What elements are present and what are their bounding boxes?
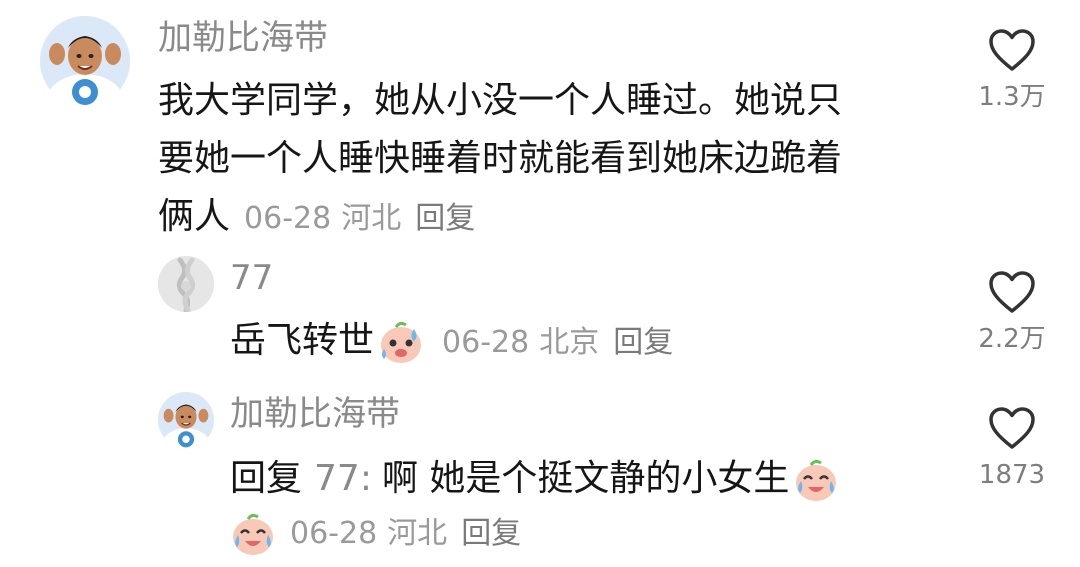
like-button[interactable] bbox=[952, 270, 1072, 314]
avatar[interactable] bbox=[158, 256, 214, 312]
heart-icon bbox=[989, 271, 1035, 313]
comment-text: 回复 77: 啊 她是个挺文静的小女生 bbox=[230, 450, 839, 508]
heart-icon bbox=[989, 29, 1035, 71]
comment-line-with-meta: 俩人 06-28 河北 回复 bbox=[158, 188, 948, 248]
comment-text: 我大学同学，她从小没一个人睡过。她说只 要她一个人睡快睡着时就能看到她床边跪着 … bbox=[158, 72, 948, 248]
laughing-crying-emoji-icon bbox=[230, 511, 276, 557]
reply-button[interactable]: 回复 bbox=[415, 201, 475, 236]
rope-knot-avatar-icon bbox=[158, 256, 214, 312]
reply-button[interactable]: 回复 bbox=[461, 516, 521, 551]
avatar[interactable] bbox=[158, 392, 214, 448]
avatar[interactable] bbox=[40, 16, 130, 106]
comment-meta-row: 06-28 河北 回复 bbox=[230, 508, 521, 559]
like-count: 2.2万 bbox=[978, 324, 1046, 354]
like-count: 1873 bbox=[978, 460, 1046, 490]
reply-button[interactable]: 回复 bbox=[613, 325, 673, 360]
reply-target-username[interactable]: 77 bbox=[314, 458, 360, 499]
like-group: 2.2万 bbox=[952, 270, 1072, 354]
comment-date: 06-28 bbox=[290, 515, 378, 551]
person-waving-avatar-icon bbox=[40, 16, 130, 106]
comment-meta: 06-28 河北 回复 bbox=[244, 201, 475, 236]
like-button[interactable] bbox=[952, 28, 1072, 72]
reply-prefix: 回复 bbox=[230, 458, 303, 499]
username[interactable]: 77 bbox=[230, 258, 273, 298]
username[interactable]: 加勒比海带 bbox=[158, 18, 328, 58]
comment-date: 06-28 bbox=[244, 201, 332, 236]
comment-line: 俩人 bbox=[158, 196, 231, 237]
heart-icon bbox=[989, 407, 1035, 449]
comment-date: 06-28 bbox=[442, 325, 530, 360]
comment-meta: 06-28 河北 回复 bbox=[290, 516, 521, 551]
comment-location: 河北 bbox=[387, 515, 448, 551]
comment-location: 河北 bbox=[341, 201, 402, 236]
like-count: 1.3万 bbox=[978, 82, 1046, 112]
person-waving-avatar-icon bbox=[158, 392, 214, 448]
laughing-crying-emoji-icon bbox=[793, 457, 839, 503]
like-group: 1.3万 bbox=[952, 28, 1072, 112]
comment-text: 岳飞转世 06-28 北京 回复 bbox=[230, 312, 673, 372]
comment-body: 岳飞转世 bbox=[230, 320, 375, 361]
comment-line: 要她一个人睡快睡着时就能看到她床边跪着 bbox=[158, 138, 843, 179]
sweating-face-emoji-icon bbox=[378, 319, 424, 365]
username[interactable]: 加勒比海带 bbox=[230, 394, 400, 434]
comment-location: 北京 bbox=[539, 325, 600, 360]
like-group: 1873 bbox=[952, 406, 1072, 490]
comment-body: 啊 她是个挺文静的小女生 bbox=[381, 458, 790, 499]
like-button[interactable] bbox=[952, 406, 1072, 450]
comment-meta: 06-28 北京 回复 bbox=[442, 325, 673, 360]
reply-colon: : bbox=[359, 458, 372, 499]
comment-line: 我大学同学，她从小没一个人睡过。她说只 bbox=[158, 80, 843, 121]
